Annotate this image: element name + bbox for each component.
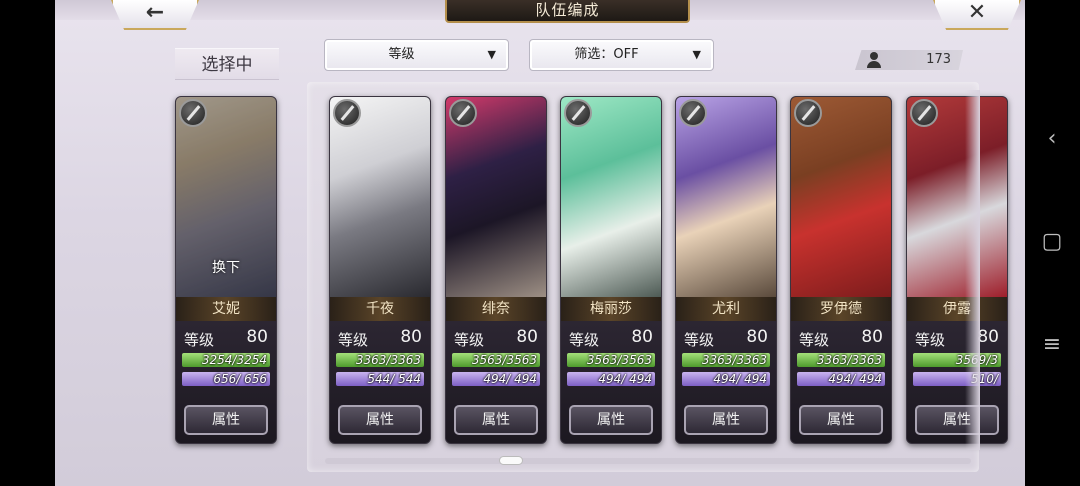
- horizontal-scrollbar[interactable]: [325, 458, 971, 464]
- level-value: 80: [246, 327, 268, 347]
- page-title: 队伍编成: [445, 0, 690, 23]
- unit-count: 173: [855, 50, 963, 70]
- sword-icon: [333, 99, 361, 127]
- filter-dropdown[interactable]: 筛选：OFF ▼: [529, 39, 714, 71]
- level-value: 80: [400, 327, 422, 347]
- character-stats: 等级 80 3363/3363 544/ 544 属性: [330, 321, 430, 443]
- level-label: 等级: [338, 331, 369, 349]
- sp-bar: 544/ 544: [336, 372, 424, 386]
- level-value: 80: [516, 327, 538, 347]
- panel-edge-fade: [965, 90, 980, 450]
- level-label: 等级: [184, 331, 215, 349]
- hp-bar: 3563/3563: [567, 353, 655, 367]
- attribute-button[interactable]: 属性: [454, 405, 538, 435]
- hp-bar: 3569/3: [913, 353, 1001, 367]
- character-card[interactable]: 千夜 等级 80 3363/3363 544/ 544 属性: [329, 96, 431, 444]
- character-card[interactable]: 尤利 等级 80 3363/3363 494/ 494 属性: [675, 96, 777, 444]
- level-label: 等级: [454, 331, 485, 349]
- chevron-down-icon: ▼: [692, 48, 701, 61]
- character-stats: 等级 80 3363/3363 494/ 494 属性: [791, 321, 891, 443]
- character-card[interactable]: 罗伊德 等级 80 3363/3363 494/ 494 属性: [790, 96, 892, 444]
- sword-icon: [794, 99, 822, 127]
- person-icon: [867, 52, 881, 68]
- level-label: 等级: [799, 331, 830, 349]
- character-portrait: [791, 97, 891, 297]
- character-name: 千夜: [330, 297, 430, 321]
- level-label: 等级: [684, 331, 715, 349]
- close-button[interactable]: ✕: [933, 0, 1021, 30]
- character-name: 伊露: [907, 297, 1007, 321]
- sp-bar: 656/ 656: [182, 372, 270, 386]
- sp-bar: 494/ 494: [797, 372, 885, 386]
- character-portrait: [330, 97, 430, 297]
- sp-bar: 494/ 494: [452, 372, 540, 386]
- hp-bar: 3254/3254: [182, 353, 270, 367]
- nav-menu-icon[interactable]: ≡: [1039, 332, 1065, 358]
- level-label: 等级: [915, 331, 946, 349]
- sword-icon: [179, 99, 207, 127]
- unit-count-value: 173: [926, 52, 951, 67]
- level-value: 80: [977, 327, 999, 347]
- attribute-button[interactable]: 属性: [799, 405, 883, 435]
- hp-bar: 3363/3363: [336, 353, 424, 367]
- system-nav-bar: ‹ ▢ ≡: [1025, 0, 1080, 486]
- nav-home-icon[interactable]: ▢: [1039, 229, 1065, 255]
- character-name: 罗伊德: [791, 297, 891, 321]
- sp-bar: 510/: [913, 372, 1001, 386]
- level-value: 80: [631, 327, 653, 347]
- selected-character-card[interactable]: 换下 艾妮 等级 80 3254/3254 656/ 656 属性: [175, 96, 277, 444]
- level-value: 80: [861, 327, 883, 347]
- attribute-button[interactable]: 属性: [569, 405, 653, 435]
- hp-bar: 3563/3563: [452, 353, 540, 367]
- level-label: 等级: [569, 331, 600, 349]
- character-card[interactable]: 伊露 等级 80 3569/3 510/ 属性: [906, 96, 1008, 444]
- character-name: 梅丽莎: [561, 297, 661, 321]
- sword-icon: [564, 99, 592, 127]
- character-stats: 等级 80 3563/3563 494/ 494 属性: [561, 321, 661, 443]
- character-card[interactable]: 绯奈 等级 80 3563/3563 494/ 494 属性: [445, 96, 547, 444]
- close-icon: ✕: [967, 0, 987, 25]
- character-stats: 等级 80 3254/3254 656/ 656 属性: [176, 321, 276, 443]
- selecting-label: 选择中: [175, 48, 279, 80]
- sword-icon: [679, 99, 707, 127]
- sword-icon: [910, 99, 938, 127]
- character-portrait: [446, 97, 546, 297]
- filter-dropdown-label: 筛选：OFF: [574, 47, 639, 62]
- character-name: 绯奈: [446, 297, 546, 321]
- attribute-button[interactable]: 属性: [338, 405, 422, 435]
- character-stats: 等级 80 3569/3 510/ 属性: [907, 321, 1007, 443]
- swap-out-label: 换下: [212, 260, 240, 276]
- character-card[interactable]: 梅丽莎 等级 80 3563/3563 494/ 494 属性: [560, 96, 662, 444]
- character-portrait: [907, 97, 1007, 297]
- level-value: 80: [746, 327, 768, 347]
- character-name: 尤利: [676, 297, 776, 321]
- sp-bar: 494/ 494: [567, 372, 655, 386]
- character-stats: 等级 80 3563/3563 494/ 494 属性: [446, 321, 546, 443]
- character-portrait: [561, 97, 661, 297]
- hp-bar: 3363/3363: [682, 353, 770, 367]
- game-screen: ← 队伍编成 ✕ 选择中 等级 ▼ 筛选：OFF ▼ 173 换下 艾妮 等级 …: [55, 0, 1025, 486]
- sort-dropdown-label: 等级: [388, 47, 415, 62]
- back-arrow-icon: ←: [145, 0, 165, 25]
- attribute-button[interactable]: 属性: [684, 405, 768, 435]
- character-stats: 等级 80 3363/3363 494/ 494 属性: [676, 321, 776, 443]
- sp-bar: 494/ 494: [682, 372, 770, 386]
- hp-bar: 3363/3363: [797, 353, 885, 367]
- sword-icon: [449, 99, 477, 127]
- attribute-button[interactable]: 属性: [915, 405, 999, 435]
- attribute-button[interactable]: 属性: [184, 405, 268, 435]
- back-button[interactable]: ←: [111, 0, 199, 30]
- nav-back-icon[interactable]: ‹: [1039, 126, 1065, 152]
- sort-dropdown[interactable]: 等级 ▼: [324, 39, 509, 71]
- character-name: 艾妮: [176, 297, 276, 321]
- character-portrait: [676, 97, 776, 297]
- chevron-down-icon: ▼: [487, 48, 496, 61]
- scroll-thumb[interactable]: [499, 456, 523, 465]
